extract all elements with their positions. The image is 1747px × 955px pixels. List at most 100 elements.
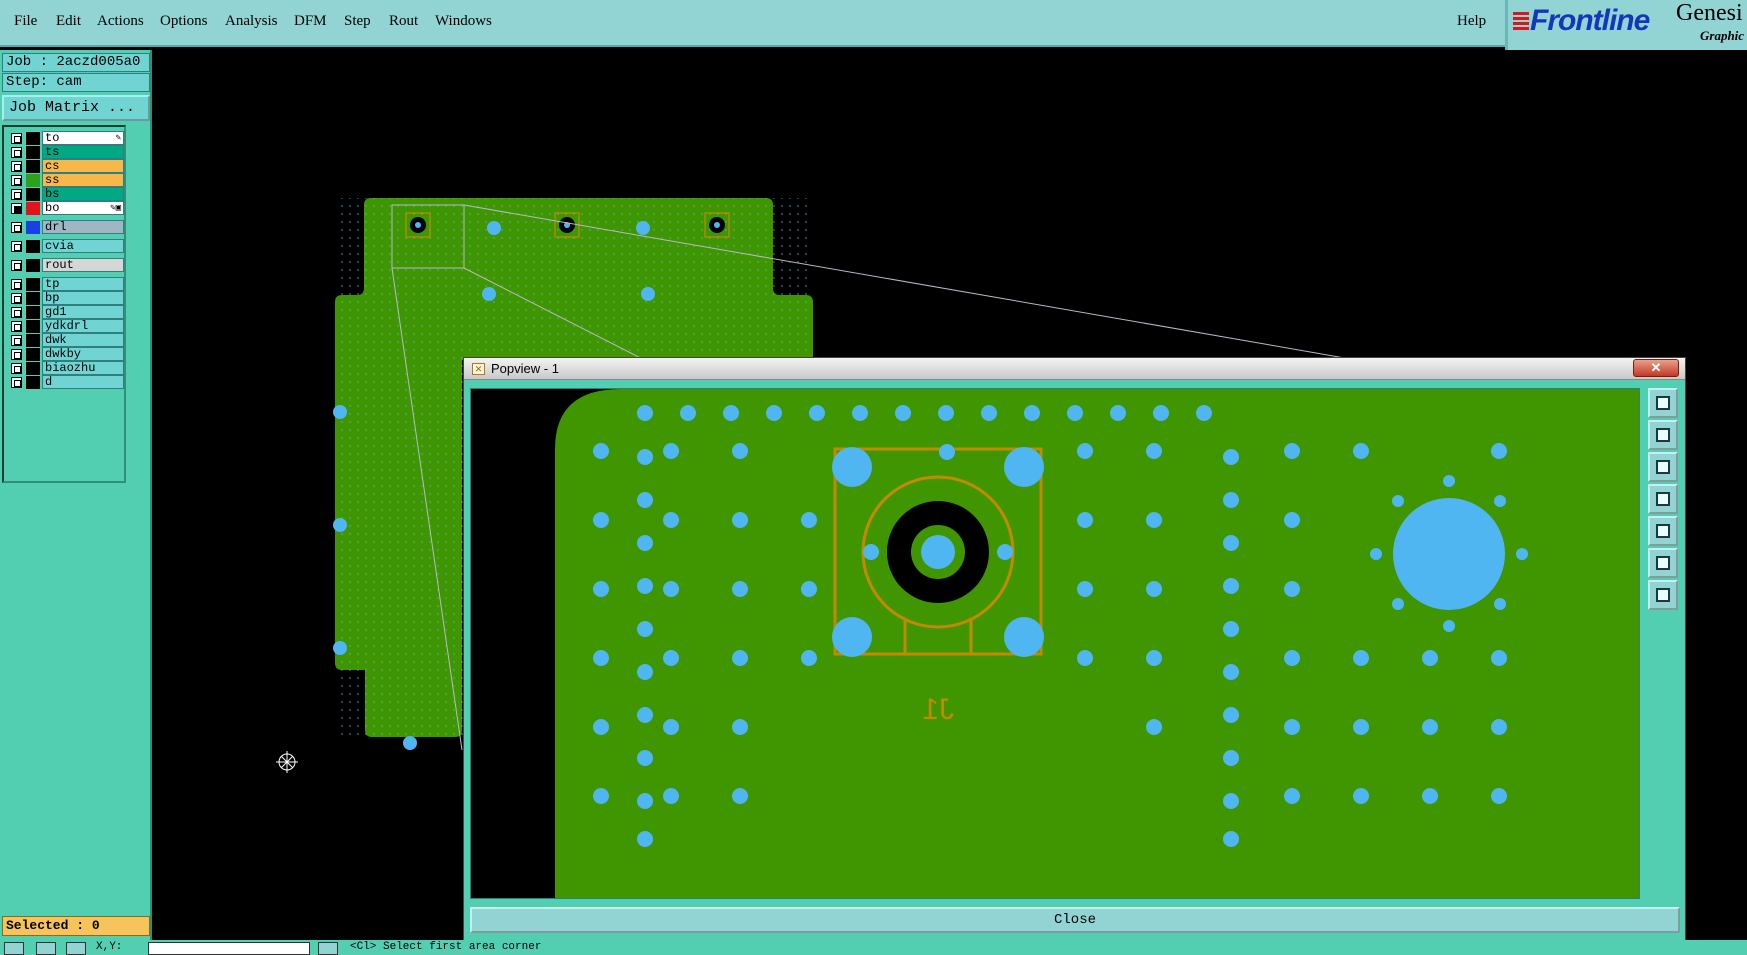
layer-checkbox[interactable] xyxy=(11,377,22,388)
layer-name[interactable]: ts xyxy=(42,145,124,159)
menu-options[interactable]: Options xyxy=(160,13,208,30)
job-matrix-button[interactable]: Job Matrix ... xyxy=(2,95,150,121)
layer-row-bp[interactable]: bp xyxy=(6,291,124,305)
layer-name[interactable]: bo ✎▣ xyxy=(42,201,124,215)
layer-row-dwkby[interactable]: dwkby xyxy=(6,347,124,361)
layer-checkbox[interactable] xyxy=(11,349,22,360)
status-check-icon[interactable] xyxy=(36,942,56,955)
menu-help[interactable]: Help xyxy=(1457,13,1486,30)
layer-row-drl[interactable]: drl xyxy=(6,220,124,234)
layer-color-swatch[interactable] xyxy=(26,221,40,234)
layer-row-dwk[interactable]: dwk xyxy=(6,333,124,347)
via-pad xyxy=(637,831,653,847)
xy-label: X,Y: xyxy=(96,941,123,953)
status-grid-icon[interactable] xyxy=(66,942,86,955)
layer-checkbox[interactable] xyxy=(11,203,22,214)
menu-edit[interactable]: Edit xyxy=(56,13,81,30)
layer-name[interactable]: bp xyxy=(42,291,124,305)
layer-row-tp[interactable]: tp xyxy=(6,277,124,291)
layer-row-bs[interactable]: bs xyxy=(6,187,124,201)
layer-checkbox[interactable] xyxy=(11,189,22,200)
layer-checkbox[interactable] xyxy=(11,222,22,233)
layer-row-cs[interactable]: cs xyxy=(6,159,124,173)
layer-name[interactable]: biaozhu xyxy=(42,361,124,375)
layer-name[interactable]: cvia xyxy=(42,239,124,253)
status-snap-icon[interactable] xyxy=(318,942,338,955)
layer-name[interactable]: bs xyxy=(42,187,124,201)
tool-pan-right-icon[interactable] xyxy=(1648,516,1678,546)
layer-checkbox[interactable] xyxy=(11,279,22,290)
layer-row-rout[interactable]: rout xyxy=(6,258,124,272)
layer-color-swatch[interactable] xyxy=(26,132,40,145)
status-tool-icon[interactable] xyxy=(4,942,24,955)
tool-pan-left-icon[interactable] xyxy=(1648,484,1678,514)
layer-name[interactable]: drl xyxy=(42,220,124,234)
layer-name[interactable]: d xyxy=(42,375,124,389)
menu-step[interactable]: Step xyxy=(344,13,371,30)
popview-board[interactable]: J1 xyxy=(471,389,1640,899)
menu-actions[interactable]: Actions xyxy=(97,13,144,30)
layer-checkbox[interactable] xyxy=(11,147,22,158)
layer-row-ts[interactable]: ts xyxy=(6,145,124,159)
layer-color-swatch[interactable] xyxy=(26,334,40,347)
layer-color-swatch[interactable] xyxy=(26,259,40,272)
layer-name[interactable]: ydkdrl xyxy=(42,319,124,333)
layer-checkbox[interactable] xyxy=(11,161,22,172)
layer-name[interactable]: gd1 xyxy=(42,305,124,319)
layer-color-swatch[interactable] xyxy=(26,240,40,253)
window-close-button[interactable]: ✕ xyxy=(1633,359,1679,377)
layer-checkbox[interactable] xyxy=(11,260,22,271)
layer-name[interactable]: rout xyxy=(42,258,124,272)
via-pad xyxy=(637,621,653,637)
layer-name[interactable]: to ✎ xyxy=(42,131,124,145)
popview-close-button[interactable]: Close xyxy=(470,907,1680,933)
layer-color-swatch[interactable] xyxy=(26,174,40,187)
layer-color-swatch[interactable] xyxy=(26,306,40,319)
tool-pan-up-icon[interactable] xyxy=(1648,420,1678,450)
layer-row-ss[interactable]: ss xyxy=(6,173,124,187)
tool-zoom-in-icon[interactable] xyxy=(1648,548,1678,578)
layer-checkbox[interactable] xyxy=(11,363,22,374)
layer-color-swatch[interactable] xyxy=(26,278,40,291)
layer-checkbox[interactable] xyxy=(11,335,22,346)
layer-color-swatch[interactable] xyxy=(26,348,40,361)
layer-name[interactable]: cs xyxy=(42,159,124,173)
tool-zoom-out-icon[interactable] xyxy=(1648,580,1678,610)
layer-color-swatch[interactable] xyxy=(26,376,40,389)
layer-color-swatch[interactable] xyxy=(26,146,40,159)
layer-row-to[interactable]: to ✎ xyxy=(6,131,124,145)
layer-checkbox[interactable] xyxy=(11,321,22,332)
layer-row-gd1[interactable]: gd1 xyxy=(6,305,124,319)
layer-name[interactable]: tp xyxy=(42,277,124,291)
layer-color-swatch[interactable] xyxy=(26,188,40,201)
tool-pan-down-icon[interactable] xyxy=(1648,452,1678,482)
layer-name[interactable]: dwkby xyxy=(42,347,124,361)
menu-windows[interactable]: Windows xyxy=(435,13,492,30)
layer-checkbox[interactable] xyxy=(11,133,22,144)
layer-checkbox[interactable] xyxy=(11,175,22,186)
popview-canvas[interactable]: J1 xyxy=(470,388,1640,899)
tool-fit-icon[interactable] xyxy=(1648,388,1678,418)
xy-input[interactable] xyxy=(148,942,310,955)
layer-color-swatch[interactable] xyxy=(26,320,40,333)
layer-edit-icon: ✎ xyxy=(115,133,121,143)
layer-checkbox[interactable] xyxy=(11,307,22,318)
layer-color-swatch[interactable] xyxy=(26,362,40,375)
menu-dfm[interactable]: DFM xyxy=(294,13,327,30)
menu-rout[interactable]: Rout xyxy=(389,13,418,30)
menu-analysis[interactable]: Analysis xyxy=(225,13,278,30)
layer-color-swatch[interactable] xyxy=(26,160,40,173)
layer-name[interactable]: dwk xyxy=(42,333,124,347)
menu-file[interactable]: File xyxy=(14,13,37,30)
layer-row-bo[interactable]: bo ✎▣ xyxy=(6,201,124,215)
layer-checkbox[interactable] xyxy=(11,241,22,252)
layer-row-ydkdrl[interactable]: ydkdrl xyxy=(6,319,124,333)
layer-row-cvia[interactable]: cvia xyxy=(6,239,124,253)
layer-color-swatch[interactable] xyxy=(26,292,40,305)
layer-name[interactable]: ss xyxy=(42,173,124,187)
popview-titlebar[interactable]: ✕ Popview - 1 ✕ xyxy=(464,358,1685,380)
layer-color-swatch[interactable] xyxy=(26,202,40,215)
layer-row-d[interactable]: d xyxy=(6,375,124,389)
layer-checkbox[interactable] xyxy=(11,293,22,304)
layer-row-biaozhu[interactable]: biaozhu xyxy=(6,361,124,375)
